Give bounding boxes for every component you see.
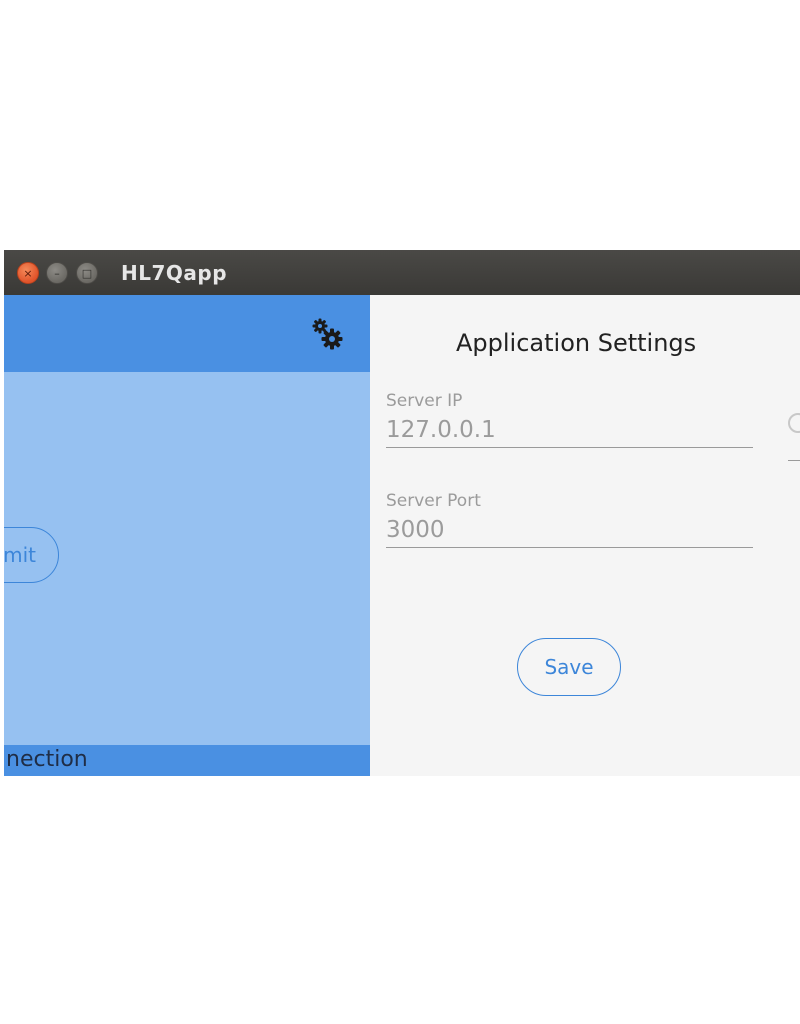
window-minimize-button[interactable]: – <box>46 262 68 284</box>
window-title: HL7Qapp <box>121 261 228 285</box>
main-panel: mit nection <box>4 295 370 776</box>
title-bar[interactable]: × – □ HL7Qapp <box>4 250 800 296</box>
main-header <box>4 295 370 372</box>
server-port-field[interactable] <box>386 513 753 548</box>
settings-panel: Application Settings Server IP Server Po… <box>370 295 800 776</box>
window-maximize-button[interactable]: □ <box>76 262 98 284</box>
settings-button[interactable] <box>310 317 346 353</box>
search-icon <box>788 413 800 433</box>
window-close-button[interactable]: × <box>17 262 39 284</box>
save-button[interactable]: Save <box>517 638 621 696</box>
settings-title: Application Settings <box>456 329 697 357</box>
submit-button[interactable]: mit <box>4 527 59 583</box>
server-ip-field[interactable] <box>386 413 753 448</box>
connection-status-text: nection <box>6 747 88 772</box>
server-ip-label: Server IP <box>386 391 463 411</box>
offscreen-field-underline <box>788 460 800 461</box>
app-window: × – □ HL7Qapp mit nection Application Se… <box>4 250 800 776</box>
connection-status-bar: nection <box>4 745 370 776</box>
gears-icon <box>312 318 343 350</box>
server-port-label: Server Port <box>386 491 481 511</box>
